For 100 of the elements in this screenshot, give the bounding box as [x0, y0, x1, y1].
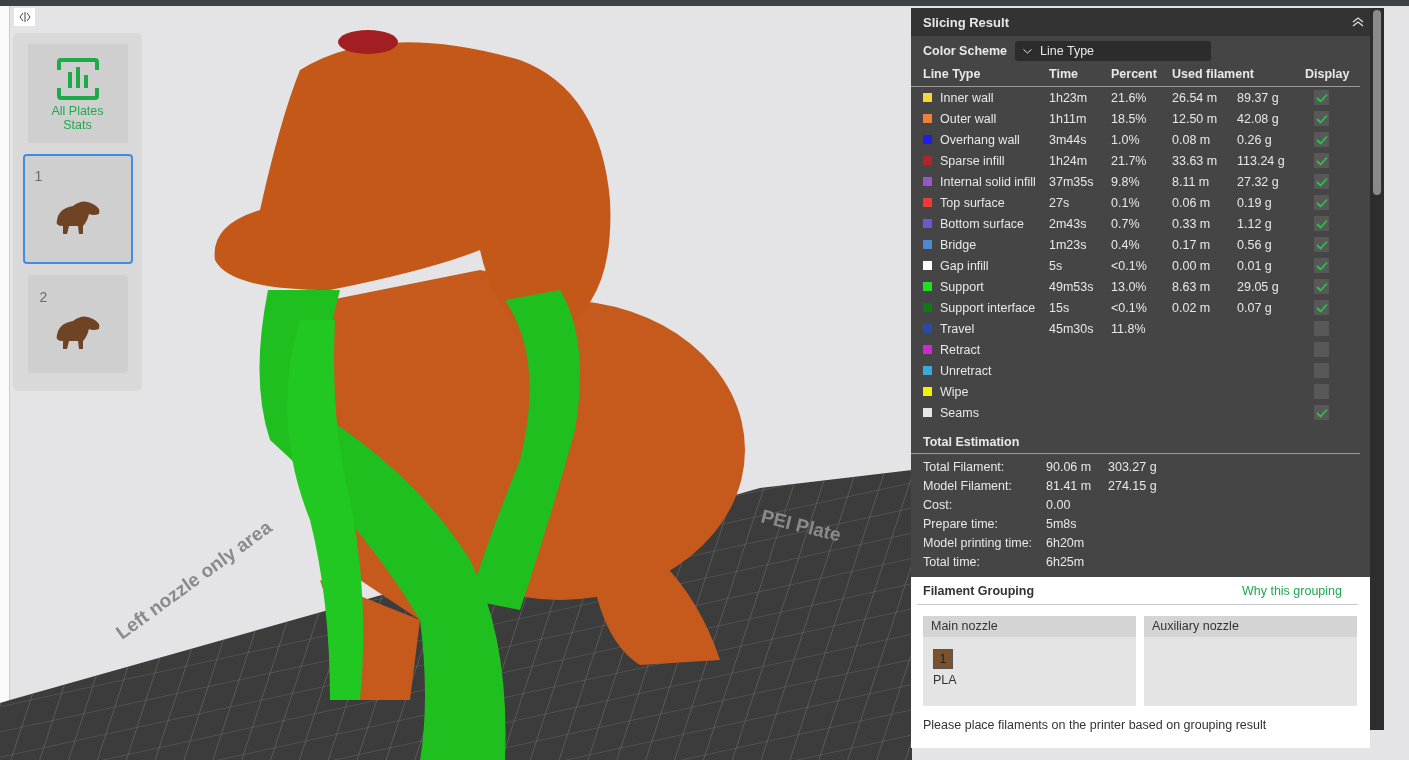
display-checkbox[interactable]: [1314, 132, 1329, 147]
display-checkbox[interactable]: [1314, 279, 1329, 294]
percent-cell: <0.1%: [1111, 258, 1147, 273]
percent-cell: 11.8%: [1111, 321, 1146, 336]
line-type-name: Retract: [940, 342, 981, 357]
filament-material: PLA: [933, 673, 957, 687]
percent-cell: 0.1%: [1111, 195, 1140, 210]
plate-thumbnail-card[interactable]: 2: [27, 275, 128, 373]
time-cell: 5s: [1049, 258, 1063, 273]
display-checkbox[interactable]: [1314, 153, 1329, 168]
estimate-label: Cost:: [923, 497, 954, 512]
weight-cell: 42.08 g: [1237, 111, 1279, 126]
line-type-name: Gap infill: [940, 258, 989, 273]
display-checkbox[interactable]: [1314, 90, 1329, 105]
section-title: Total Estimation: [911, 423, 1360, 454]
line-type-name: Sparse infill: [940, 153, 1005, 168]
collapse-icon[interactable]: [14, 8, 35, 26]
time-cell: 1h24m: [1049, 153, 1088, 168]
line-type-name: Travel: [940, 321, 975, 336]
filament-slot[interactable]: 1: [933, 649, 953, 669]
column-header: Time: [1049, 67, 1079, 81]
scrollbar[interactable]: [1370, 8, 1384, 730]
time-cell: 1h23m: [1049, 90, 1088, 105]
percent-cell: 1.0%: [1111, 132, 1140, 147]
estimate-value: 0.00: [1046, 497, 1072, 512]
weight-cell: 0.01 g: [1237, 258, 1272, 273]
display-checkbox[interactable]: [1314, 111, 1329, 126]
estimate-label: Model Filament:: [923, 478, 1013, 493]
display-checkbox[interactable]: [1314, 195, 1329, 210]
line-type-name: Support: [940, 279, 984, 294]
line-type-name: Internal solid infill: [940, 174, 1036, 189]
estimate-label: Prepare time:: [923, 516, 1000, 531]
section-title: Filament Grouping: [923, 583, 1035, 598]
estimate-label: Total time:: [923, 554, 981, 569]
weight-cell: 113.24 g: [1237, 153, 1285, 168]
length-cell-text: 26.54 m: [1172, 90, 1219, 105]
estimate-value: 90.06 m: [1046, 459, 1093, 474]
display-checkbox[interactable]: [1314, 237, 1329, 252]
length-cell-text: 0.00 m: [1172, 258, 1212, 273]
time-cell: 3m44s: [1049, 132, 1087, 147]
display-checkbox[interactable]: [1314, 405, 1329, 420]
display-checkbox[interactable]: [1314, 216, 1329, 231]
grouping-note: Please place filaments on the printer based on grouping result: [922, 717, 1268, 732]
all-plates-stats-button[interactable]: All Plates Stats: [27, 44, 128, 143]
line-type-name: Unretract: [940, 363, 992, 378]
percent-cell: 0.7%: [1111, 216, 1140, 231]
weight-cell: 0.26 g: [1237, 132, 1272, 147]
weight-cell: 1.12 g: [1237, 216, 1272, 231]
nozzle-header: Main nozzle: [923, 616, 1136, 637]
weight-cell: 89.37 g: [1237, 90, 1279, 105]
percent-cell: 18.5%: [1111, 111, 1147, 126]
line-type-name: Bridge: [940, 237, 977, 252]
panel-title: Slicing Result: [923, 14, 1009, 30]
weight-cell: 27.32 g: [1237, 174, 1279, 189]
time-cell: 1m23s: [1049, 237, 1087, 252]
display-checkbox[interactable]: [1314, 258, 1329, 273]
color-scheme-dropdown[interactable]: Line Type: [1015, 41, 1212, 61]
weight-cell: 29.05 g: [1237, 279, 1279, 294]
time-cell: 27s: [1049, 195, 1070, 210]
weight-cell: 0.56 g: [1237, 237, 1272, 252]
nozzle-header: Auxiliary nozzle: [1144, 616, 1357, 637]
estimate-label: Model printing time:: [923, 535, 1034, 550]
line-type-name: Top surface: [940, 195, 1005, 210]
line-type-name: Overhang wall: [940, 132, 1020, 147]
line-type-name: Bottom surface: [940, 216, 1025, 231]
plate-thumbnail-card[interactable]: 1: [22, 154, 133, 264]
time-cell: 45m30s: [1049, 321, 1094, 336]
line-type-name: Wipe: [940, 384, 969, 399]
bar-chart-icon: [54, 55, 101, 102]
length-cell-text: 0.06 m: [1172, 195, 1212, 210]
line-type-name: Outer wall: [940, 111, 997, 126]
line-type-name: Seams: [940, 405, 979, 420]
why-grouping-link[interactable]: Why this grouping: [1241, 583, 1342, 598]
line-type-name: Inner wall: [940, 90, 994, 105]
length-cell-text: 0.17 m: [1172, 237, 1212, 252]
display-checkbox[interactable]: [1314, 300, 1329, 315]
estimate-value: 6h20m: [1046, 535, 1086, 550]
percent-cell: 13.0%: [1111, 279, 1147, 294]
time-cell: 37m35s: [1049, 174, 1094, 189]
column-header: Display: [1305, 67, 1351, 81]
percent-cell: 0.4%: [1111, 237, 1140, 252]
collapse-chevron-icon[interactable]: [1352, 17, 1364, 27]
display-checkbox[interactable]: [1314, 174, 1329, 189]
column-header: Percent: [1111, 67, 1158, 81]
length-cell-text: 0.33 m: [1172, 216, 1212, 231]
estimate-label: Total Filament:: [923, 459, 1006, 474]
estimate-value: 274.15 g: [1108, 478, 1158, 493]
percent-cell: 21.7%: [1111, 153, 1147, 168]
length-cell-text: 8.11 m: [1172, 174, 1211, 189]
time-cell: 1h11m: [1049, 111, 1087, 126]
estimate-value: 5m8s: [1046, 516, 1078, 531]
bed-label: PEI Plate: [759, 505, 844, 546]
color-scheme-label: Color Scheme: [923, 44, 1008, 58]
percent-cell: 9.8%: [1111, 174, 1140, 189]
length-cell-text: 0.02 m: [1172, 300, 1212, 315]
time-cell: 49m53s: [1049, 279, 1094, 294]
time-cell: 15s: [1049, 300, 1070, 315]
length-cell-text: 8.63 m: [1172, 279, 1212, 294]
chevron-down-icon: [1023, 48, 1033, 54]
weight-cell: 0.07 g: [1237, 300, 1272, 315]
